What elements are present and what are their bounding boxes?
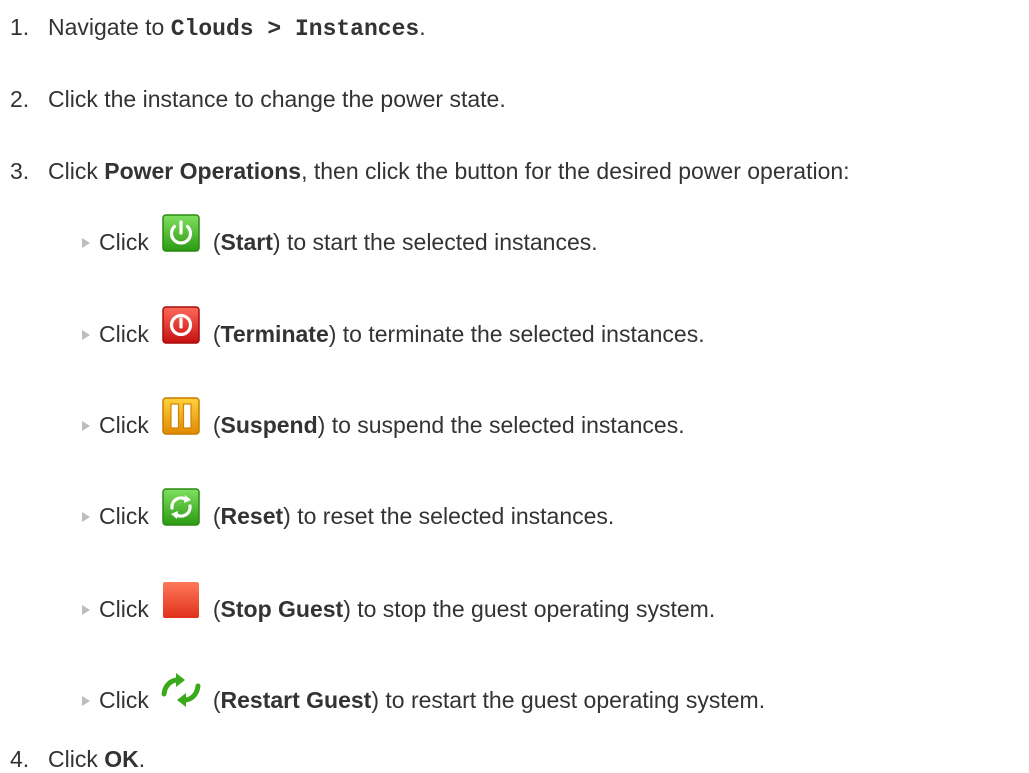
step-text: Click the instance to change the power s… <box>48 86 506 112</box>
operation-desc: ) to start the selected instances. <box>272 228 598 255</box>
operation-desc: ) to restart the guest operating system. <box>371 686 766 713</box>
step-1: 1. Navigate to Clouds > Instances. <box>10 13 426 43</box>
bullet-arrow-icon <box>82 605 90 615</box>
click-word: Click <box>99 320 149 347</box>
start-power-icon <box>158 210 204 256</box>
bullet-arrow-icon <box>82 238 90 248</box>
menu-path: Clouds > Instances <box>170 16 420 42</box>
suspend-pause-icon <box>158 393 204 439</box>
bullet-arrow-icon <box>82 330 90 340</box>
paren-open: ( <box>212 595 221 622</box>
operation-desc: ) to terminate the selected instances. <box>328 320 705 347</box>
bullet-arrow-icon <box>82 512 90 522</box>
operation-desc: ) to suspend the selected instances. <box>317 411 685 438</box>
operation-item-restart-guest: Click (Restart Guest) to restart the gue… <box>82 673 766 725</box>
step-number: 3. <box>10 158 30 184</box>
paren-open: ( <box>212 228 221 255</box>
step-text-end: , then click the button for the desired … <box>301 158 850 184</box>
click-word: Click <box>99 228 149 255</box>
operation-desc: ) to stop the guest operating system. <box>343 595 716 622</box>
power-operations-label: Power Operations <box>104 158 302 184</box>
operation-name: Reset <box>220 502 284 529</box>
stop-guest-icon <box>158 577 204 623</box>
restart-guest-arrows-icon <box>158 668 204 714</box>
click-word: Click <box>99 411 149 438</box>
operation-item-reset: Click (Reset) to reset the selected inst… <box>82 488 615 541</box>
paren-open: ( <box>212 411 221 438</box>
click-word: Click <box>99 686 149 713</box>
step-text: Click <box>48 746 105 772</box>
operation-name: Stop Guest <box>220 595 344 622</box>
step-number: 1. <box>10 14 30 40</box>
bullet-arrow-icon <box>82 696 90 706</box>
step-3: 3. Click Power Operations, then click the… <box>10 157 850 185</box>
operation-name: Suspend <box>220 411 318 438</box>
operation-item-terminate: Click (Terminate) to terminate the selec… <box>82 306 705 359</box>
operation-item-stop-guest: Click (Stop Guest) to stop the guest ope… <box>82 582 716 634</box>
reset-cycle-icon <box>158 484 204 530</box>
operation-item-start: Click (Start) to start the selected inst… <box>82 214 598 267</box>
step-2: 2. Click the instance to change the power… <box>10 85 506 113</box>
step-text-end: . <box>419 14 426 40</box>
step-number: 2. <box>10 86 30 112</box>
click-word: Click <box>99 502 149 529</box>
step-text-end: . <box>138 746 146 772</box>
bullet-arrow-icon <box>82 421 90 431</box>
ok-label: OK <box>104 746 139 772</box>
operation-desc: ) to reset the selected instances. <box>283 502 615 529</box>
operation-name: Terminate <box>220 320 329 347</box>
paren-open: ( <box>212 320 221 347</box>
terminate-power-icon <box>158 302 204 348</box>
operation-name: Restart Guest <box>220 686 372 713</box>
paren-open: ( <box>212 502 221 529</box>
operation-name: Start <box>220 228 273 255</box>
step-text: Navigate to <box>48 14 171 40</box>
step-text: Click <box>48 158 105 184</box>
operation-item-suspend: Click (Suspend) to suspend the selected … <box>82 397 685 450</box>
paren-open: ( <box>212 686 221 713</box>
click-word: Click <box>99 595 149 622</box>
